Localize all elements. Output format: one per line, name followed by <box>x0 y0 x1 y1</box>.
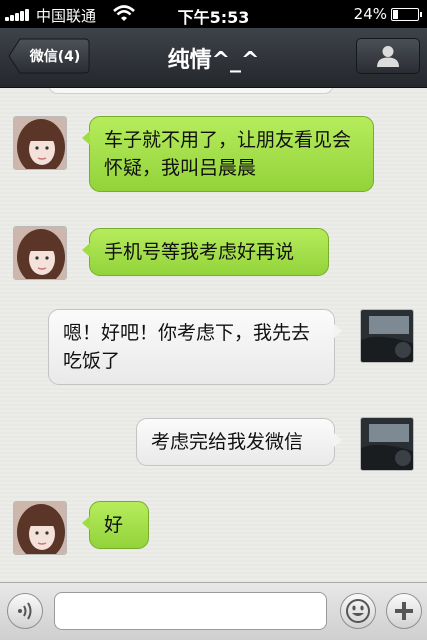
profile-button[interactable] <box>356 38 420 74</box>
my-avatar[interactable] <box>360 309 414 363</box>
add-button[interactable] <box>386 593 422 629</box>
message-bubble[interactable]: 好 <box>82 501 149 549</box>
voice-button[interactable] <box>7 593 43 629</box>
message-text: 手机号等我考虑好再说 <box>104 241 295 263</box>
status-bar: 中国联通 下午5:53 24% <box>0 0 427 28</box>
voice-icon <box>18 602 32 620</box>
message-text: 考虑完给我发微信 <box>151 431 304 453</box>
plus-icon <box>395 602 413 620</box>
message-bubble[interactable]: 车子就不用了，让朋友看见会怀疑，我叫吕晨晨 <box>82 116 374 192</box>
message-input[interactable] <box>54 592 327 630</box>
chat-area[interactable]: 车子就不用了，让朋友看见会怀疑，我叫吕晨晨 手机号等我考虑好再说 嗯！好吧！你考… <box>0 88 427 582</box>
battery-icon <box>391 8 422 21</box>
partial-message-bubble <box>48 88 334 94</box>
input-bar <box>0 582 427 640</box>
message-text: 车子就不用了，让朋友看见会怀疑，我叫吕晨晨 <box>104 129 352 179</box>
message-bubble[interactable]: 考虑完给我发微信 <box>136 418 342 466</box>
my-avatar[interactable] <box>360 417 414 471</box>
person-icon <box>377 46 399 67</box>
contact-avatar[interactable] <box>13 226 67 280</box>
battery-percentage: 24% <box>353 5 387 23</box>
emoji-icon <box>346 599 370 623</box>
nav-bar: 微信(4) 纯情^_^ <box>0 28 427 88</box>
message-text: 嗯！好吧！你考虑下，我先去吃饭了 <box>63 322 311 372</box>
emoji-button[interactable] <box>340 593 376 629</box>
contact-avatar[interactable] <box>13 501 67 555</box>
message-bubble[interactable]: 嗯！好吧！你考虑下，我先去吃饭了 <box>48 309 342 385</box>
message-bubble[interactable]: 手机号等我考虑好再说 <box>82 228 329 276</box>
battery-level <box>393 10 398 19</box>
message-text: 好 <box>104 514 124 536</box>
contact-avatar[interactable] <box>13 116 67 170</box>
